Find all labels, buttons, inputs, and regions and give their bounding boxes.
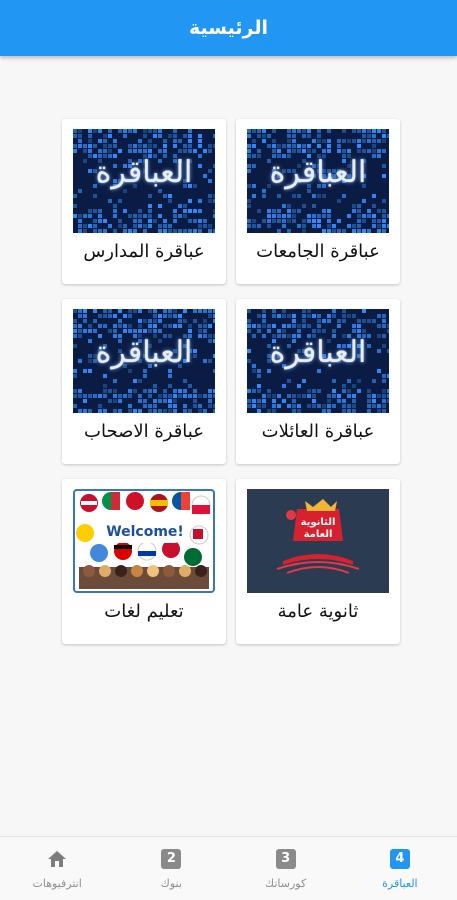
welcome-text: Welcome!	[105, 521, 185, 543]
nav-item-interviews[interactable]: انترفيوهات	[0, 837, 114, 900]
languages-banner-image: Welcome!	[73, 489, 215, 593]
app-bar: الرئيسية	[0, 0, 457, 56]
genius-logo-text: العباقرة	[269, 155, 367, 190]
page-title: الرئيسية	[189, 17, 268, 39]
badge-3-icon: 3	[275, 849, 296, 869]
card-label: عباقرة الاصحاب	[84, 421, 204, 442]
genius-banner-image: العباقرة	[247, 309, 389, 413]
nav-label: بنوك	[160, 877, 182, 890]
card-families[interactable]: العباقرة عباقرة العائلات	[236, 299, 400, 464]
nav-label: انترفيوهات	[32, 877, 82, 890]
genius-banner-image: العباقرة	[73, 309, 215, 413]
card-languages[interactable]: Welcome! تعليم لغات	[62, 479, 226, 644]
card-label: عباقرة المدارس	[83, 241, 205, 262]
nav-item-courses[interactable]: 3 كورساتك	[229, 837, 343, 900]
card-label: عباقرة الجامعات	[256, 241, 380, 262]
home-icon	[47, 849, 67, 869]
bottom-navigation: 4 العباقرة 3 كورساتك 2 بنوك انترفيوهات	[0, 836, 457, 900]
badge-4-icon: 4	[389, 849, 410, 869]
card-friends[interactable]: العباقرة عباقرة الاصحاب	[62, 299, 226, 464]
card-universities[interactable]: العباقرة عباقرة الجامعات	[236, 119, 400, 284]
card-label: ثانوية عامة	[277, 601, 359, 622]
genius-logo-text: العباقرة	[95, 335, 193, 370]
card-schools[interactable]: العباقرة عباقرة المدارس	[62, 119, 226, 284]
genius-logo-text: العباقرة	[95, 155, 193, 190]
nav-item-banks[interactable]: 2 بنوك	[114, 837, 228, 900]
badge-2-icon: 2	[161, 849, 182, 869]
genius-banner-image: العباقرة	[73, 129, 215, 233]
nav-label: كورساتك	[265, 877, 307, 890]
category-grid: العباقرة عباقرة الجامعات العباقرة عباقرة…	[62, 119, 400, 644]
nav-item-geniuses[interactable]: 4 العباقرة	[343, 837, 457, 900]
nav-label: العباقرة	[382, 877, 418, 890]
thanawya-logo-text: الثانوية العامة	[300, 517, 336, 540]
thanawya-banner-image: الثانوية العامة	[247, 489, 389, 593]
genius-banner-image: العباقرة	[247, 129, 389, 233]
card-label: عباقرة العائلات	[261, 421, 375, 442]
card-label: تعليم لغات	[104, 601, 184, 622]
genius-logo-text: العباقرة	[269, 335, 367, 370]
open-book-logo-icon	[276, 499, 360, 574]
card-secondary-school[interactable]: الثانوية العامة ثانوية عامة	[236, 479, 400, 644]
